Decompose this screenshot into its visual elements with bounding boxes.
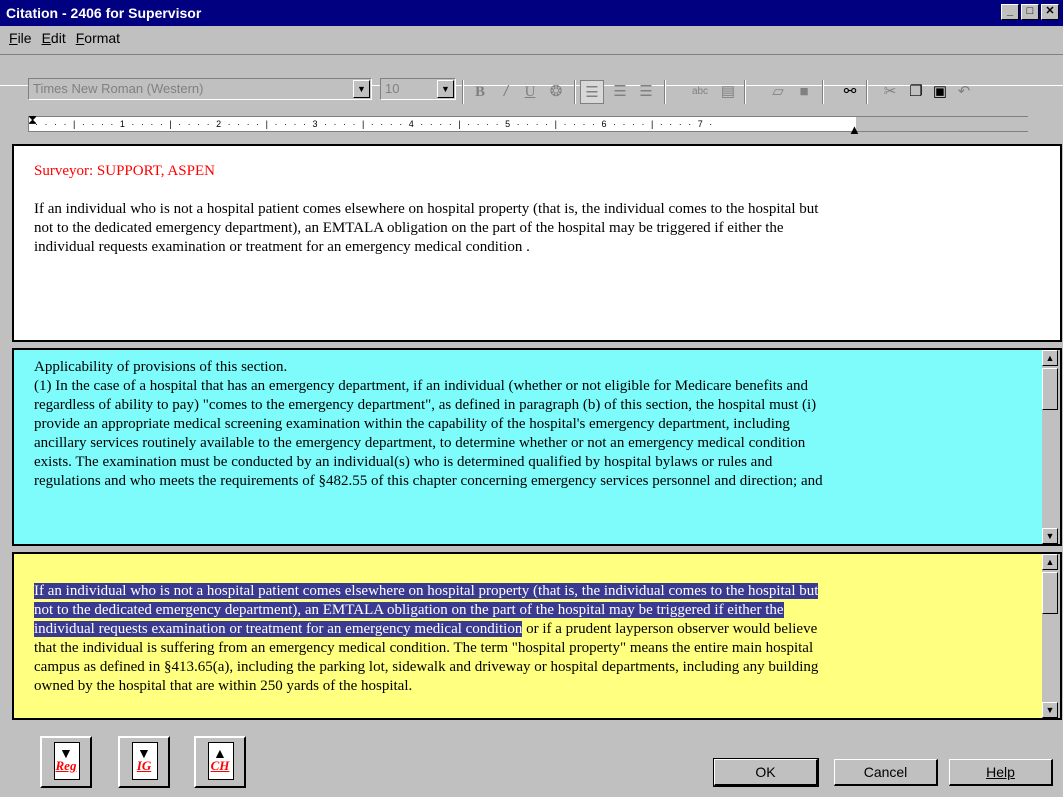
- undo-icon[interactable]: ↶: [952, 80, 976, 104]
- ig-label: IG: [136, 758, 152, 773]
- bold-icon[interactable]: B: [468, 80, 492, 104]
- color-icon[interactable]: ❂: [544, 80, 568, 104]
- toolbar-separator: [664, 80, 666, 104]
- guidance-text: If an individual who is not a hospital p…: [34, 582, 834, 696]
- font-size-select[interactable]: 10 ▼: [380, 78, 456, 100]
- scroll-thumb[interactable]: [1042, 572, 1058, 614]
- ig-button[interactable]: ▼ IG: [118, 736, 170, 788]
- toolbar-separator: [866, 80, 868, 104]
- book-icon[interactable]: ▤: [716, 80, 740, 104]
- align-center-icon[interactable]: ☰: [608, 80, 632, 104]
- help-button[interactable]: Help: [949, 759, 1053, 786]
- toolbar-separator: [462, 80, 464, 104]
- font-name-select[interactable]: Times New Roman (Western) ▼: [28, 78, 372, 100]
- left-indent-marker[interactable]: ⧗: [28, 113, 40, 136]
- open-icon[interactable]: ▱: [766, 80, 790, 104]
- find-icon[interactable]: ⚯: [838, 80, 862, 104]
- minimize-button[interactable]: _: [1001, 4, 1019, 20]
- font-name-value: Times New Roman (Western): [33, 81, 204, 96]
- scroll-up-icon[interactable]: ▲: [1042, 350, 1058, 366]
- maximize-button[interactable]: □: [1021, 4, 1039, 20]
- reg-label: Reg: [55, 758, 77, 773]
- surveyor-label: Surveyor: SUPPORT, ASPEN: [34, 163, 215, 179]
- ch-label: CH: [210, 758, 230, 773]
- cut-icon[interactable]: ✂: [878, 80, 902, 104]
- scroll-down-icon[interactable]: ▼: [1042, 528, 1058, 544]
- regulation-scrollbar[interactable]: ▲ ▼: [1042, 350, 1060, 544]
- spellcheck-icon[interactable]: abc: [688, 80, 712, 104]
- ch-button[interactable]: ▲ CH: [194, 736, 246, 788]
- menu-file[interactable]: File: [4, 30, 37, 46]
- menu-bar: File Edit Format: [0, 28, 1063, 48]
- guidance-text-pane[interactable]: If an individual who is not a hospital p…: [12, 552, 1062, 720]
- toolbar-separator: [744, 80, 746, 104]
- citation-text: If an individual who is not a hospital p…: [34, 201, 819, 255]
- toolbar-separator: [822, 80, 824, 104]
- toolbar-separator: [574, 80, 576, 104]
- reg-button[interactable]: ▼ Reg: [40, 736, 92, 788]
- font-size-value: 10: [385, 81, 400, 96]
- guidance-text-content: If an individual who is not a hospital p…: [14, 554, 834, 696]
- title-bar: Citation - 2406 for Supervisor _ □ ✕: [0, 0, 1063, 26]
- paste-icon[interactable]: ▣: [928, 80, 952, 104]
- align-left-icon[interactable]: ☰: [580, 80, 604, 104]
- regulation-text-pane[interactable]: Applicability of provisions of this sect…: [12, 348, 1062, 546]
- ruler[interactable]: · · · · | · · · · 1 · · · · | · · · · 2 …: [28, 116, 1028, 132]
- help-label: Help: [986, 764, 1015, 780]
- cancel-button[interactable]: Cancel: [834, 759, 938, 786]
- menu-edit[interactable]: Edit: [37, 30, 71, 46]
- regulation-text-content: Applicability of provisions of this sect…: [14, 350, 834, 491]
- chevron-down-icon[interactable]: ▼: [437, 80, 454, 98]
- scroll-thumb[interactable]: [1042, 368, 1058, 410]
- align-right-icon[interactable]: ☰: [634, 80, 658, 104]
- regulation-text: (1) In the case of a hospital that has a…: [34, 378, 823, 489]
- regulation-heading: Applicability of provisions of this sect…: [34, 359, 288, 375]
- scroll-up-icon[interactable]: ▲: [1042, 554, 1058, 570]
- right-indent-marker[interactable]: ▲: [848, 123, 861, 146]
- window-controls: _ □ ✕: [1001, 4, 1059, 20]
- chevron-down-icon[interactable]: ▼: [353, 80, 370, 98]
- ruler-ticks: · · · · | · · · · 1 · · · · | · · · · 2 …: [35, 119, 715, 129]
- window-title: Citation - 2406 for Supervisor: [6, 5, 202, 21]
- underline-icon[interactable]: U: [518, 80, 542, 104]
- citation-text-pane[interactable]: Surveyor: SUPPORT, ASPEN If an individua…: [12, 144, 1062, 342]
- italic-icon[interactable]: /: [494, 80, 518, 104]
- close-button[interactable]: ✕: [1041, 4, 1059, 20]
- menu-format[interactable]: Format: [71, 30, 125, 46]
- ok-button[interactable]: OK: [713, 758, 819, 787]
- citation-text-content: Surveyor: SUPPORT, ASPEN If an individua…: [14, 162, 834, 257]
- guidance-scrollbar[interactable]: ▲ ▼: [1042, 554, 1060, 718]
- save-icon[interactable]: ■: [792, 80, 816, 104]
- copy-icon[interactable]: ❐: [904, 80, 928, 104]
- scroll-down-icon[interactable]: ▼: [1042, 702, 1058, 718]
